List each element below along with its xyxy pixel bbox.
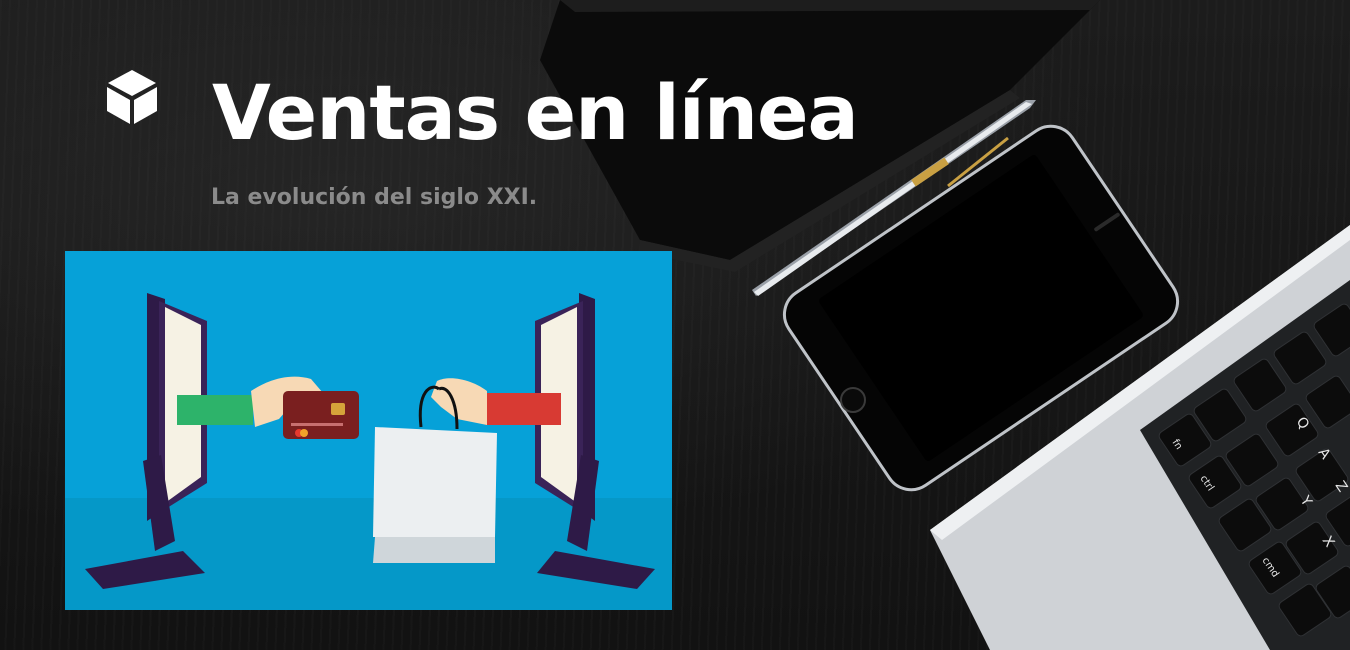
- cube-icon: [107, 70, 157, 124]
- online-shopping-illustration: [65, 251, 672, 610]
- page-subtitle: La evolución del siglo XXI.: [211, 185, 538, 210]
- page-title: Ventas en línea: [212, 68, 859, 157]
- banner: fn ctrl cmd Q A Z Y X Ventas en línea La…: [0, 0, 1350, 650]
